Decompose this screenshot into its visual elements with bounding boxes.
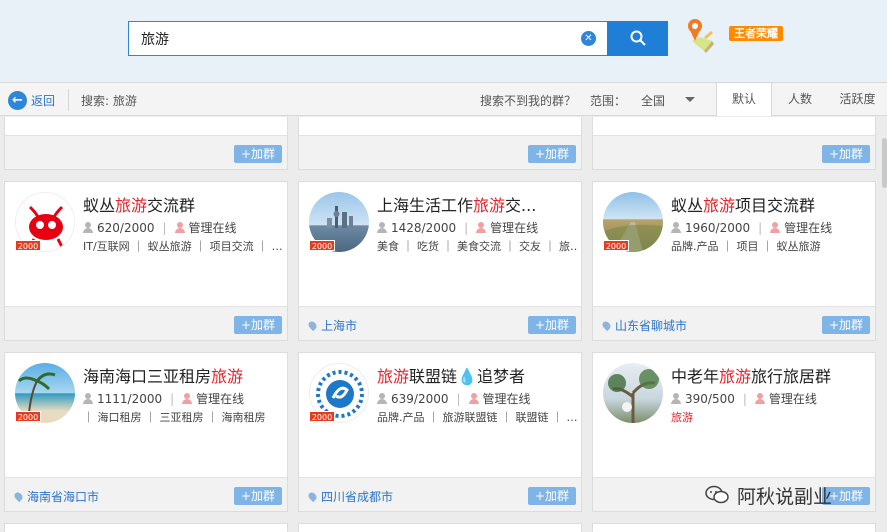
group-card[interactable]: 2000 蚁丛旅游交流群 620/2000 | 管理在线 IT/互联网 ｜ 蚁丛旅… [4,181,288,341]
join-group-button[interactable]: +加群 [528,487,576,505]
capacity-badge: 2000 [603,240,629,251]
group-card[interactable]: 2000 海南海口三亚租房旅游 1111/2000 | 管理在线 ｜ 海口租房 ｜… [4,352,288,512]
group-tags: 美食 ｜ 吃货 ｜ 美食交流 ｜ 交友 ｜ 旅… [377,240,577,253]
back-arrow-icon: ← [8,90,27,110]
capacity-badge: 2000 [15,240,41,251]
group-tags: ｜ 海口租房 ｜ 三亚租房 ｜ 海南租房 [83,411,266,424]
search-icon [630,30,646,46]
group-meta: 620/2000 | 管理在线 [83,219,237,236]
join-group-button[interactable]: +加群 [234,487,282,505]
admin-icon [468,393,479,404]
back-label: 返回 [31,93,56,108]
location: 海南省海口市 [12,488,99,505]
range-label: 范围： [590,94,627,108]
join-group-button[interactable]: +加群 [234,316,282,334]
group-card[interactable]: 2000 上海生活工作旅游交... 1428/2000 | 管理在线 美食 ｜ 吃… [298,181,582,341]
card-footer: 海南省海口市 +加群 [5,477,287,511]
admin-icon [754,393,765,404]
admin-icon [476,222,487,233]
not-found-link[interactable]: 搜索不到我的群？ [480,92,576,109]
group-tags: IT/互联网 ｜ 蚁丛旅游 ｜ 项目交流 ｜ … [83,240,283,253]
group-tags: 旅游 [671,411,693,424]
join-group-button[interactable]: +加群 [822,145,870,163]
search-term-label: 搜索: 旅游 [81,94,137,108]
top-search-area: ✕ 王者荣耀 [0,0,887,82]
group-card-partial[interactable]: +加群 [298,117,582,170]
location-pin-icon [600,319,613,332]
results-grid: +加群 +加群 +加群 2000 蚁丛旅游交流群 620/2000 | 管理在线 … [0,117,887,532]
divider [68,89,69,111]
tab-activity[interactable]: 活跃度 [828,83,887,116]
admin-icon [182,393,193,404]
back-button[interactable]: ← 返回 [8,90,55,110]
location-pin-icon [306,319,319,332]
search-box[interactable]: ✕ [128,21,608,56]
card-footer: +加群 [5,306,287,340]
wechat-icon [705,485,729,504]
members-icon [671,222,681,233]
group-card-partial[interactable]: +加群 [592,117,876,170]
group-card[interactable]: 2000 旅游联盟链💧追梦者 639/2000 | 管理在线 品牌.产品 ｜ 旅游… [298,352,582,512]
group-meta: 1960/2000 | 管理在线 [671,219,832,236]
group-title[interactable]: 旅游联盟链💧追梦者 [377,363,525,387]
members-icon [377,222,387,233]
card-footer: 山东省聊城市 +加群 [593,306,875,340]
group-title[interactable]: 蚁丛旅游交流群 [83,192,195,216]
group-meta: 390/500 | 管理在线 [671,390,817,407]
join-group-button[interactable]: +加群 [528,145,576,163]
watermark: 阿秋说副业 [705,482,832,508]
tab-members[interactable]: 人数 [772,83,828,116]
members-icon [671,393,681,404]
join-group-button[interactable]: +加群 [822,316,870,334]
search-button[interactable] [607,21,668,56]
group-card-partial[interactable] [592,523,876,532]
members-icon [377,393,387,404]
group-title[interactable]: 蚁丛旅游项目交流群 [671,192,815,216]
location: 上海市 [306,317,357,334]
group-title[interactable]: 海南海口三亚租房旅游 [83,363,243,387]
capacity-badge: 2000 [15,411,41,422]
admin-icon [770,222,781,233]
filter-bar: ← 返回 搜索: 旅游 搜索不到我的群？ 范围： 全国 默认 人数 活跃度 [0,82,887,116]
group-meta: 639/2000 | 管理在线 [377,390,531,407]
group-card-partial[interactable]: +加群 [4,117,288,170]
map-pin-icon[interactable] [684,17,718,53]
location-pin-icon [306,490,319,503]
card-footer: 四川省成都市 +加群 [299,477,581,511]
tree-image [608,369,659,423]
scrollbar-thumb[interactable] [882,138,887,188]
group-card-partial[interactable] [298,523,582,532]
group-avatar [603,363,663,423]
capacity-badge: 2000 [309,411,335,422]
location: 山东省聊城市 [600,317,687,334]
group-meta: 1111/2000 | 管理在线 [83,390,244,407]
chevron-down-icon[interactable] [685,97,695,102]
group-title[interactable]: 上海生活工作旅游交... [377,192,536,216]
tab-default[interactable]: 默认 [716,83,772,116]
location: 四川省成都市 [306,488,393,505]
join-group-button[interactable]: +加群 [234,145,282,163]
location-pin-icon [12,490,25,503]
members-icon [83,393,93,404]
admin-icon [174,222,185,233]
members-icon [83,222,93,233]
group-tags: 品牌.产品 ｜ 项目 ｜ 蚁丛旅游 [671,240,821,253]
game-tag-badge[interactable]: 王者荣耀 [729,26,783,41]
group-title[interactable]: 中老年旅游旅行旅居群 [671,363,831,387]
group-tags: 品牌.产品 ｜ 旅游联盟链 ｜ 联盟链 ｜ … [377,411,577,424]
capacity-badge: 2000 [309,240,335,251]
clear-circle-icon[interactable]: ✕ [581,31,596,46]
card-footer: 上海市 +加群 [299,306,581,340]
search-input[interactable] [141,28,561,50]
join-group-button[interactable]: +加群 [528,316,576,334]
group-card[interactable]: 2000 蚁丛旅游项目交流群 1960/2000 | 管理在线 品牌.产品 ｜ 项… [592,181,876,341]
group-card-partial[interactable] [4,523,288,532]
group-meta: 1428/2000 | 管理在线 [377,219,538,236]
range-select[interactable]: 全国 [641,92,665,109]
